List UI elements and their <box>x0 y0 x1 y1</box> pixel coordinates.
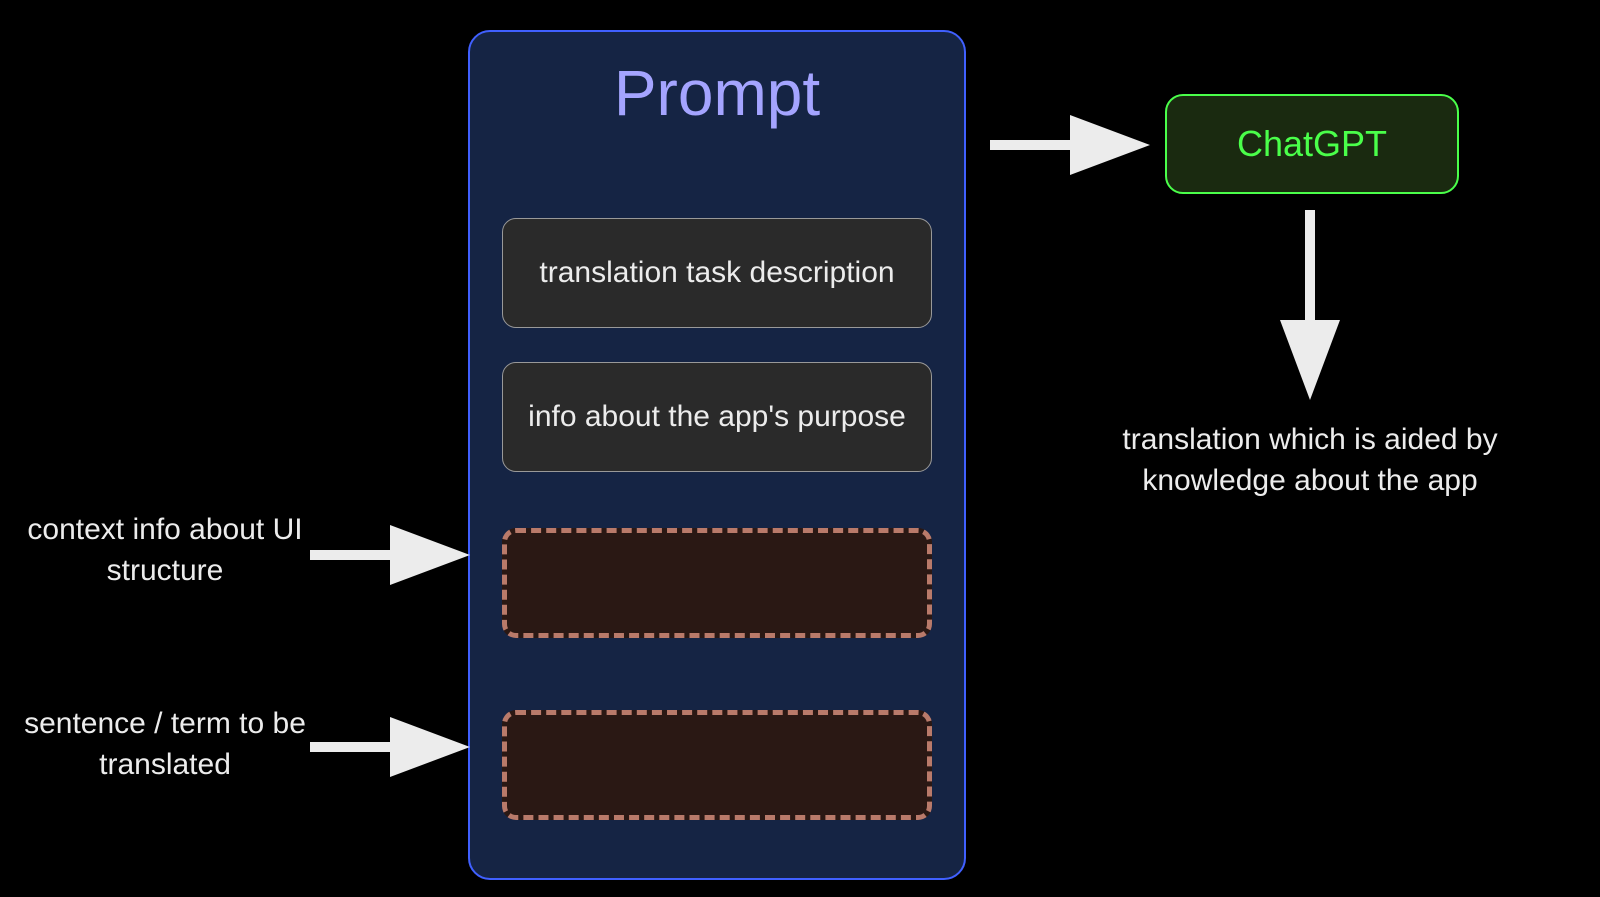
chatgpt-node: ChatGPT <box>1165 94 1459 194</box>
arrow-source-to-slot <box>310 732 480 762</box>
subbox-app-purpose: info about the app's purpose <box>502 362 932 472</box>
slot-source-text <box>502 710 932 820</box>
label-output-translation: translation which is aided by knowledge … <box>1060 420 1560 501</box>
label-ui-context: context info about UI structure <box>10 510 320 591</box>
arrow-context-to-slot <box>310 540 480 570</box>
subbox-task-description: translation task description <box>502 218 932 328</box>
slot-ui-context <box>502 528 932 638</box>
arrow-chatgpt-to-output <box>1295 210 1325 410</box>
prompt-title: Prompt <box>470 56 964 130</box>
arrow-prompt-to-chatgpt <box>990 130 1160 160</box>
prompt-container: Prompt translation task description info… <box>468 30 966 880</box>
label-source-text: sentence / term to be translated <box>10 704 320 785</box>
